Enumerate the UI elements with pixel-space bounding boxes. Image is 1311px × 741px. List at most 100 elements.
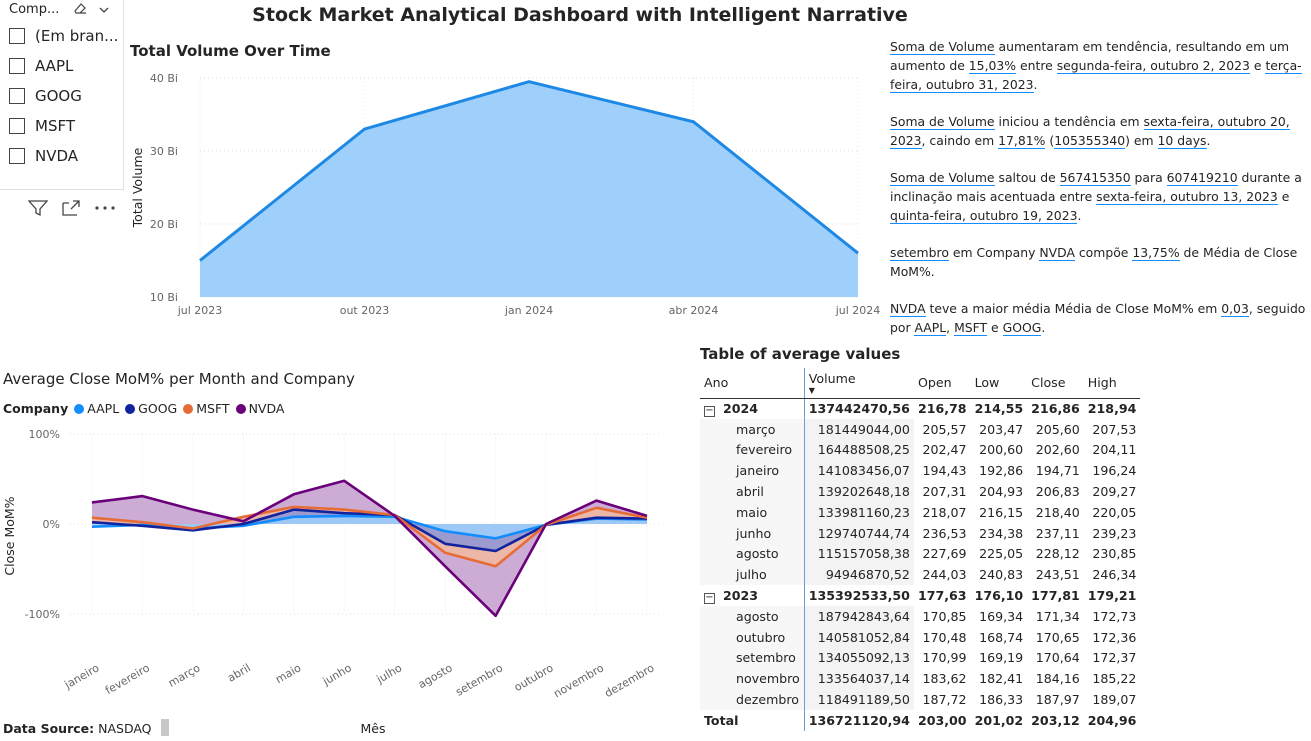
cell: 203,47 [979,421,1024,437]
cell: 203,00 [917,712,967,728]
x-tick-label: junho [320,661,354,688]
scrollbar-thumb[interactable] [161,719,169,736]
y-tick-label: 10 Bi [150,291,178,304]
table-row: agosto 115157058,38 227,69 225,05 228,12 230,… [700,543,1140,565]
x-tick-label: jul 2024 [835,304,880,317]
cell: 209,27 [1092,484,1137,500]
narrative-paragraph-4: setembro em Company NVDA compõe 13,75% d… [890,245,1298,279]
table-row: janeiro 141083456,07 194,43 192,86 194,71 196… [700,460,1140,482]
data-source: Data Source: NASDAQ [3,721,152,736]
y-tick-label: 100% [29,428,60,441]
cell: 216,86 [1031,401,1080,417]
slicer-item-goog[interactable]: GOOG [9,84,82,108]
x-tick-label: janeiro [62,661,102,692]
cell: 228,12 [1035,546,1080,562]
slicer-item-msft[interactable]: MSFT [9,114,75,138]
y-tick-label: -100% [25,608,60,621]
cell: 172,37 [1092,650,1137,666]
cell: 207,53 [1092,421,1137,437]
cell: 230,85 [1092,546,1137,562]
cell: 237,11 [1035,525,1080,541]
collapse-icon[interactable]: − [704,592,715,604]
column-header-ano[interactable]: Ano [700,368,805,399]
checkbox[interactable] [9,58,25,74]
year-cell[interactable]: −2024 [700,398,804,419]
table-row-year[interactable]: −2023 135392533,50 177,63 176,10 177,81 179,2… [700,585,1140,606]
cell: 243,51 [1035,567,1080,583]
cell: 164488508,25 [803,439,914,461]
cell: 218,07 [922,504,967,520]
table-row: novembro 133564037,14 183,62 182,41 184,16 18… [700,668,1140,690]
volume-chart-title: Total Volume Over Time [130,42,331,60]
column-header-close[interactable]: Close [1027,368,1084,399]
cell: 170,64 [1035,650,1080,666]
table-row: setembro 134055092,13 170,99 169,19 170,64 17… [700,647,1140,669]
cell: 236,53 [922,525,967,541]
cell: 135392533,50 [803,585,914,606]
month-cell: maio [700,501,805,523]
cell: 202,47 [922,442,967,458]
cell: 202,60 [1035,442,1080,458]
cell: 133981160,23 [803,501,914,523]
column-header-high[interactable]: High [1083,368,1141,399]
x-tick-label: abr 2024 [669,304,719,317]
more-options-icon[interactable] [94,199,116,222]
y-tick-label: 20 Bi [150,218,178,231]
cell: 204,96 [1087,712,1137,728]
column-header-volume[interactable]: Volume ▼ [803,368,914,399]
cell: 137442470,56 [803,398,914,419]
volume-area [200,81,858,298]
cell: 205,60 [1035,421,1080,437]
cell: 194,43 [922,463,967,479]
column-header-low[interactable]: Low [970,368,1028,399]
cell: 192,86 [979,463,1024,479]
focus-mode-icon[interactable] [61,199,81,222]
cell: 183,62 [922,671,967,687]
month-cell: dezembro [700,689,805,710]
month-cell: junho [700,522,805,544]
cell: 194,71 [1035,463,1080,479]
cell: 176,10 [974,588,1024,604]
legend-item-msft[interactable]: MSFT [183,401,230,416]
y-tick-label: 0% [43,518,60,531]
x-tick-label: setembro [453,661,505,699]
checkbox[interactable] [9,118,25,134]
filter-icon[interactable] [27,199,49,222]
month-cell: janeiro [700,460,805,482]
slicer-item-blank[interactable]: (Em bran... [9,24,118,48]
x-tick-label: abril [225,661,253,684]
cell: 189,07 [1092,692,1137,708]
month-cell: julho [700,564,805,586]
cell: 214,55 [974,401,1024,417]
cell: 169,19 [979,650,1024,666]
legend-item-aapl[interactable]: AAPL [74,401,119,416]
year-cell[interactable]: −2023 [700,585,804,606]
cell: 244,03 [922,567,967,583]
legend-item-goog[interactable]: GOOG [125,401,177,416]
slicer-item-aapl[interactable]: AAPL [9,54,73,78]
cell: 196,24 [1092,463,1137,479]
smart-narrative: Soma de Volume aumentaram em tendência, … [890,37,1310,355]
narrative-paragraph-5: NVDA teve a maior média Média de Close M… [890,301,1306,336]
month-cell: outubro [700,626,805,648]
mom-chart-title: Average Close MoM% per Month and Company [3,370,355,388]
table-row-year[interactable]: −2024 137442470,56 216,78 214,55 216,86 218,9… [700,398,1140,419]
checkbox[interactable] [9,148,25,164]
cell: 201,02 [974,712,1024,728]
cell: 168,74 [979,629,1024,645]
y-axis-label: Total Volume [130,147,145,228]
legend-item-nvda[interactable]: NVDA [235,401,284,416]
month-cell: fevereiro [700,439,805,461]
checkbox[interactable] [9,88,25,104]
slicer-item-nvda[interactable]: NVDA [9,144,78,168]
visual-header-icons [27,198,128,222]
x-tick-label: dezembro [602,661,656,700]
mom-chart-legend: Company AAPL GOOG MSFT NVDA [3,401,284,416]
collapse-icon[interactable]: − [704,405,715,417]
column-header-open[interactable]: Open [913,368,971,399]
company-slicer: Comp... (Em bran... AAPL GOOG MSFT NVDA [0,0,124,190]
x-axis-label: Mês [361,721,386,736]
cell: 184,16 [1035,671,1080,687]
checkbox[interactable] [9,28,25,44]
cell: 134055092,13 [803,647,914,669]
